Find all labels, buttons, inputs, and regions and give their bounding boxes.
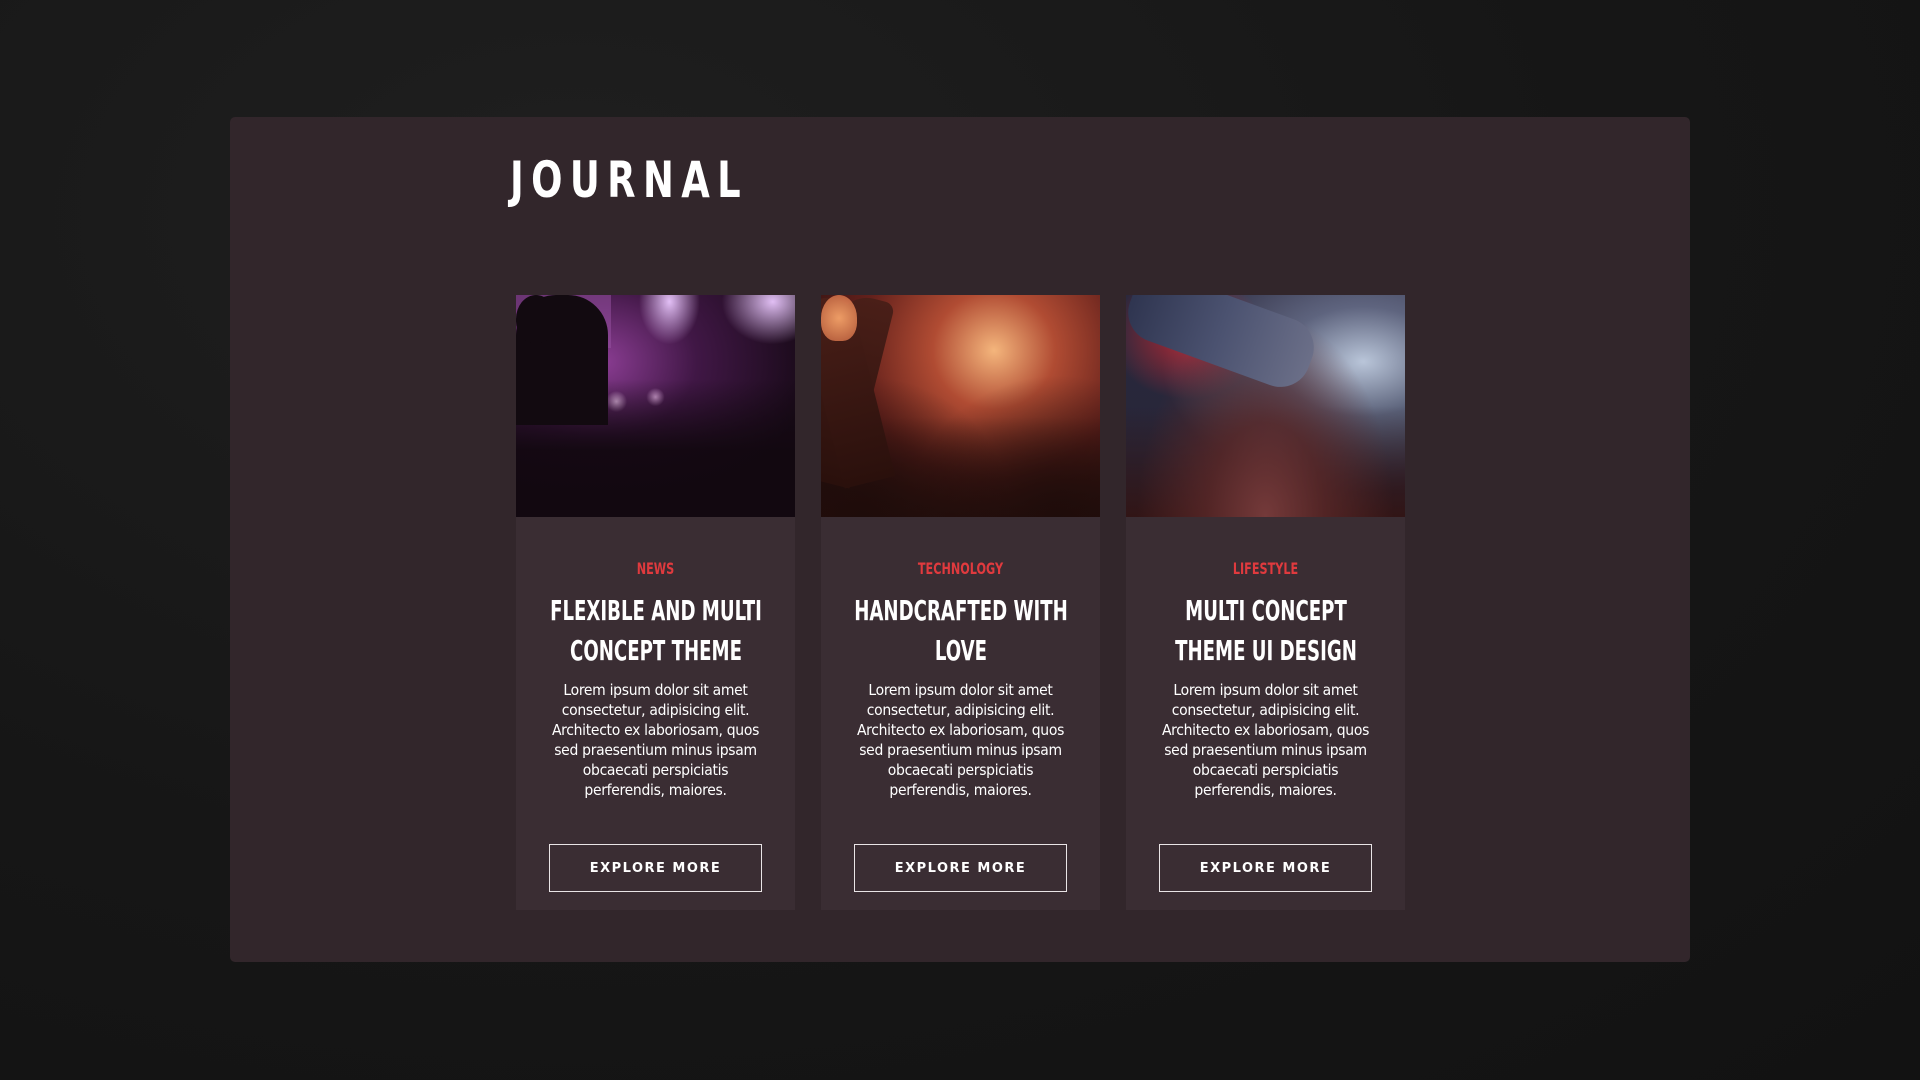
card-title[interactable]: MULTI CONCEPT THEME UI DESIGN: [1175, 591, 1357, 671]
journal-card-news: NEWS FLEXIBLE AND MULTI CONCEPT THEME Lo…: [516, 295, 795, 910]
card-excerpt: Lorem ipsum dolor sit amet consectetur, …: [551, 681, 760, 799]
card-category[interactable]: LIFESTYLE: [1174, 559, 1357, 579]
card-image-concert-purple[interactable]: [516, 295, 795, 517]
card-title[interactable]: FLEXIBLE AND MULTI CONCEPT THEME: [550, 591, 762, 671]
card-image-concert-heart-hands[interactable]: [821, 295, 1100, 517]
journal-card-lifestyle: LIFESTYLE MULTI CONCEPT THEME UI DESIGN …: [1126, 295, 1405, 910]
card-category[interactable]: NEWS: [564, 559, 747, 579]
explore-more-button[interactable]: EXPLORE MORE: [1159, 844, 1372, 892]
journal-card-technology: TECHNOLOGY HANDCRAFTED WITH LOVE Lorem i…: [821, 295, 1100, 910]
explore-more-button[interactable]: EXPLORE MORE: [549, 844, 762, 892]
journal-section: JOURNAL NEWS FLEXIBLE AND MULTI CONCEPT …: [230, 117, 1690, 962]
explore-more-button[interactable]: EXPLORE MORE: [854, 844, 1067, 892]
card-title-text[interactable]: HANDCRAFTED WITH LOVE: [845, 591, 1075, 671]
card-title[interactable]: HANDCRAFTED WITH LOVE: [854, 591, 1068, 671]
card-title-text[interactable]: MULTI CONCEPT THEME UI DESIGN: [1150, 591, 1380, 671]
section-title: JOURNAL: [510, 151, 749, 209]
card-excerpt: Lorem ipsum dolor sit amet consectetur, …: [856, 681, 1065, 799]
card-title-text[interactable]: FLEXIBLE AND MULTI CONCEPT THEME: [540, 591, 770, 671]
card-excerpt: Lorem ipsum dolor sit amet consectetur, …: [1161, 681, 1370, 799]
card-category[interactable]: TECHNOLOGY: [869, 559, 1052, 579]
card-image-crowd-surfing[interactable]: [1126, 295, 1405, 517]
